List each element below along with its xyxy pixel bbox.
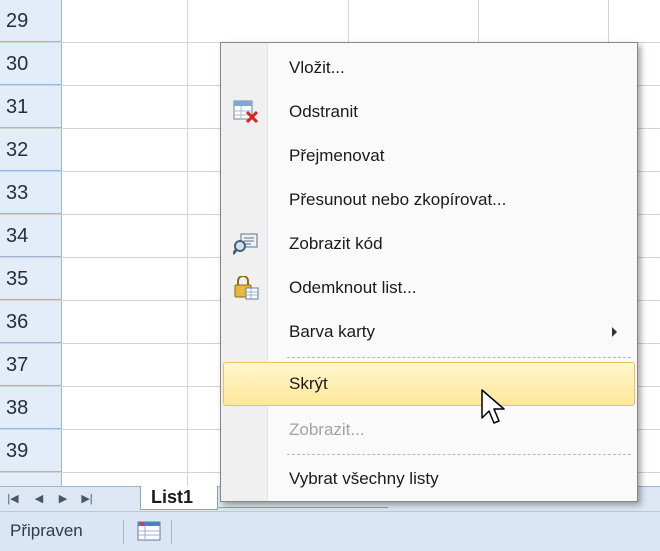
- menu-item-insert[interactable]: Vložit...: [223, 46, 635, 90]
- menu-item-view-code[interactable]: Zobrazit kód: [223, 222, 635, 266]
- menu-item-label: Skrýt: [289, 374, 328, 393]
- menu-item-label: Zobrazit...: [289, 420, 365, 439]
- view-code-icon: [233, 233, 258, 255]
- row-header[interactable]: 33: [0, 172, 62, 214]
- row-header[interactable]: 39: [0, 430, 62, 472]
- row-header[interactable]: 40: [0, 473, 62, 486]
- menu-item-label: Barva karty: [289, 322, 375, 341]
- status-divider: [171, 520, 172, 544]
- row-header[interactable]: 34: [0, 215, 62, 257]
- previous-sheet-icon[interactable]: ◀: [30, 491, 48, 507]
- menu-item-label: Vybrat všechny listy: [289, 469, 439, 488]
- row-header[interactable]: 38: [0, 387, 62, 429]
- row-header[interactable]: 37: [0, 344, 62, 386]
- menu-separator: [287, 454, 631, 455]
- menu-item-unprotect-sheet[interactable]: Odemknout list...: [223, 266, 635, 310]
- record-macro-icon[interactable]: [137, 521, 161, 541]
- last-sheet-icon[interactable]: ▶|: [78, 491, 96, 507]
- row-header[interactable]: 35: [0, 258, 62, 300]
- status-divider: [123, 520, 124, 544]
- unlock-sheet-icon: [234, 276, 259, 300]
- mouse-pointer-icon: [481, 389, 505, 424]
- menu-item-label: Přesunout nebo zkopírovat...: [289, 190, 507, 209]
- menu-item-unhide: Zobrazit...: [223, 408, 635, 452]
- menu-item-rename[interactable]: Přejmenovat: [223, 134, 635, 178]
- menu-item-move-or-copy[interactable]: Přesunout nebo zkopírovat...: [223, 178, 635, 222]
- sheet-tab-context-menu: Vložit... Odstranit Přejmenovat Přesunou…: [220, 42, 638, 502]
- menu-item-label: Zobrazit kód: [289, 234, 383, 253]
- menu-item-select-all-sheets[interactable]: Vybrat všechny listy: [223, 457, 635, 501]
- row-header[interactable]: 31: [0, 86, 62, 128]
- row-header[interactable]: 30: [0, 43, 62, 85]
- sheet-row[interactable]: 29: [0, 0, 660, 43]
- row-header[interactable]: 29: [0, 0, 62, 42]
- menu-item-delete[interactable]: Odstranit: [223, 90, 635, 134]
- menu-item-hide[interactable]: Skrýt: [223, 362, 635, 406]
- menu-separator: [287, 357, 631, 358]
- menu-item-label: Odstranit: [289, 102, 358, 121]
- menu-item-label: Přejmenovat: [289, 146, 385, 165]
- delete-sheet-icon: [233, 100, 259, 124]
- submenu-arrow-icon: [612, 327, 617, 337]
- status-bar: Připraven: [0, 511, 660, 551]
- first-sheet-icon[interactable]: |◀: [4, 491, 22, 507]
- menu-item-tab-color[interactable]: Barva karty: [223, 310, 635, 354]
- status-ready-text: Připraven: [10, 521, 83, 540]
- sheet-tab-list1[interactable]: List1: [140, 486, 218, 510]
- menu-item-label: Odemknout list...: [289, 278, 417, 297]
- row-header[interactable]: 36: [0, 301, 62, 343]
- menu-item-label: Vložit...: [289, 58, 345, 77]
- row-header[interactable]: 32: [0, 129, 62, 171]
- next-sheet-icon[interactable]: ▶: [54, 491, 72, 507]
